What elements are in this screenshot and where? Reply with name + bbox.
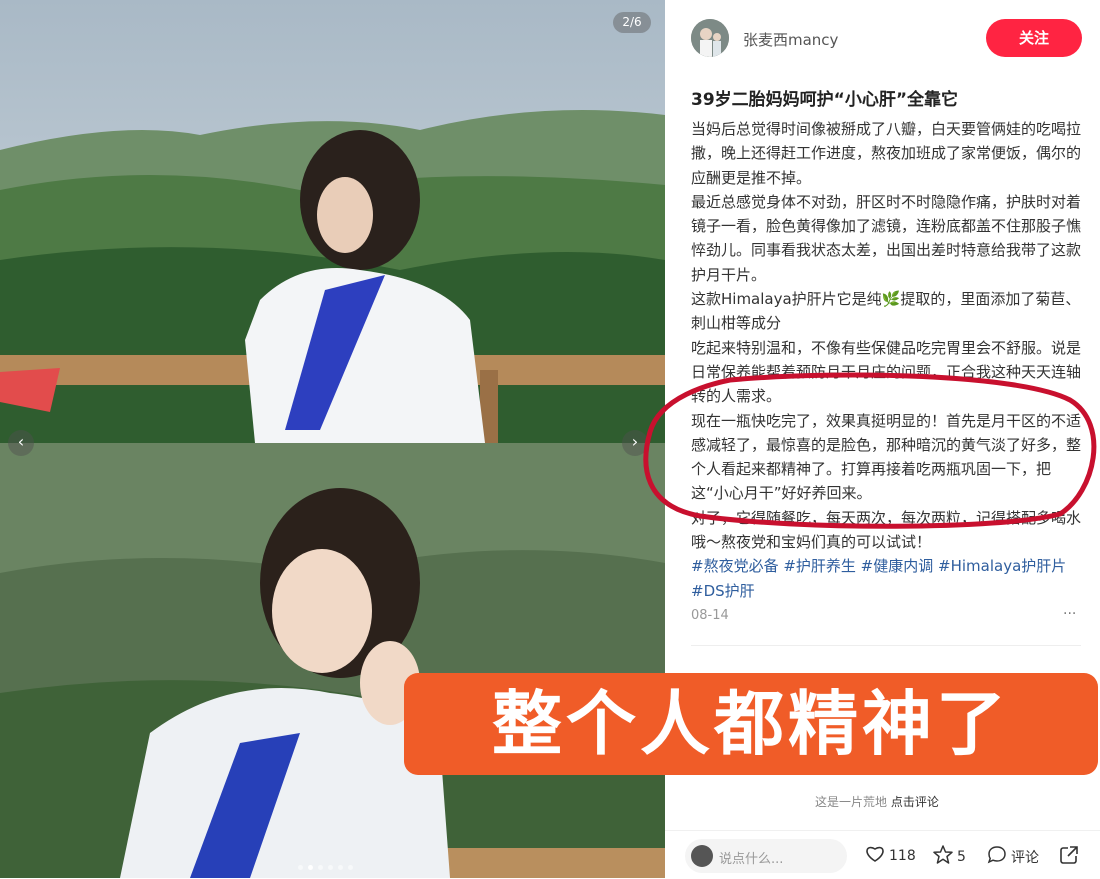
heart-icon — [865, 845, 885, 867]
post-paragraph: 当妈后总觉得时间像被掰成了八瓣，白天要管俩娃的吃喝拉撒，晚上还得赶工作进度，熬夜… — [691, 120, 1082, 187]
comment-button[interactable]: 评论 — [987, 845, 1039, 868]
post-paragraph: 吃起来特别温和，不像有些保健品吃完胃里会不舒服。说是日常保养能帮着预防月干月庄的… — [691, 338, 1082, 406]
like-button[interactable]: 118 — [865, 845, 916, 867]
next-image-button[interactable]: › — [622, 430, 648, 456]
author-avatar[interactable] — [691, 19, 729, 57]
caption-banner: 整个人都精神了 — [404, 673, 1098, 775]
comment-icon — [987, 845, 1007, 868]
comment-input[interactable]: 说点什么... — [685, 839, 847, 873]
gallery-photo-1 — [0, 0, 665, 443]
post-paragraph: 对了，它得随餐吃，每天两次，每次两粒，记得搭配多喝水哦～熬夜党和宝妈们真的可以试… — [691, 508, 1082, 552]
comment-placeholder: 说点什么... — [719, 852, 784, 867]
image-counter: 2/6 — [613, 12, 651, 33]
share-icon — [1059, 845, 1079, 869]
more-options-icon[interactable]: ··· — [1063, 606, 1076, 622]
pagination-dot[interactable] — [298, 865, 303, 870]
divider — [691, 645, 1081, 646]
post-paragraph: 现在一瓶快吃完了，效果真挺明显的！首先是月干区的不适感减轻了，最惊喜的是脸色，那… — [691, 411, 1082, 503]
empty-comments-text: 这是一片荒地 — [815, 795, 888, 809]
click-to-comment-link[interactable]: 点击评论 — [891, 795, 939, 809]
pagination-dot[interactable] — [328, 865, 333, 870]
pagination-dot[interactable] — [318, 865, 323, 870]
post-paragraph: 最近总感觉身体不对劲，肝区时不时隐隐作痛，护肤时对着镜子一看，脸色黄得像加了滤镜… — [691, 192, 1082, 284]
user-avatar — [691, 845, 713, 867]
star-count: 5 — [957, 848, 966, 865]
follow-button[interactable]: 关注 — [986, 19, 1082, 57]
star-button[interactable]: 5 — [933, 845, 966, 868]
pagination-dot[interactable] — [348, 865, 353, 870]
post-paragraph: 这款Himalaya护肝片它是纯🌿提取的，里面添加了菊苣、刺山柑等成分 — [691, 290, 1081, 333]
post-body: 当妈后总觉得时间像被掰成了八瓣，白天要管俩娃的吃喝拉撒，晚上还得赶工作进度，熬夜… — [691, 117, 1081, 603]
comment-label: 评论 — [1011, 849, 1039, 866]
pagination-dot[interactable] — [308, 865, 313, 870]
pagination-dots — [298, 865, 353, 870]
gallery-photo-2 — [0, 443, 665, 878]
banner-text: 整个人都精神了 — [492, 683, 1010, 765]
prev-image-button[interactable]: ‹ — [8, 430, 34, 456]
empty-comments-hint: 这是一片荒地 点击评论 — [815, 793, 939, 810]
post-date: 08-14 — [691, 608, 729, 623]
like-count: 118 — [889, 848, 916, 864]
share-button[interactable] — [1059, 845, 1079, 869]
star-icon — [933, 845, 953, 868]
author-name[interactable]: 张麦西mancy — [743, 29, 838, 50]
pagination-dot[interactable] — [338, 865, 343, 870]
bottom-action-bar: 说点什么... 118 5 评论 — [665, 830, 1100, 879]
post-tags[interactable]: #熬夜党必备 #护肝养生 #健康内调 #Himalaya护肝片 #DS护肝 — [691, 554, 1081, 603]
post-title: 39岁二胎妈妈呵护“小心肝”全靠它 — [691, 90, 959, 110]
